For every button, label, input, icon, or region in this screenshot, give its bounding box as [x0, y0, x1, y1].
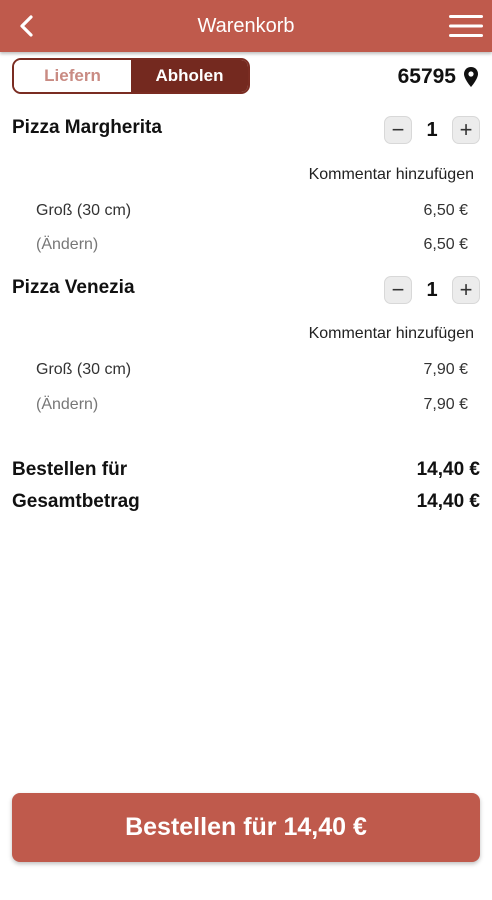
cart-item-name: Pizza Venezia — [12, 277, 135, 298]
grand-total-value: 14,40 € — [416, 491, 480, 512]
increment-button[interactable]: + — [452, 116, 480, 144]
zip-code: 65795 — [397, 65, 456, 88]
delivery-mode-toggle: Liefern Abholen — [12, 58, 250, 94]
page-title: Warenkorb — [197, 15, 295, 37]
line-price: 7,90 € — [423, 396, 468, 413]
quantity-stepper: − 1 + — [384, 115, 480, 145]
place-order-button[interactable]: Bestellen für 14,40 € — [12, 793, 480, 862]
quantity-value: 1 — [426, 278, 438, 301]
change-link[interactable]: (Ändern) — [36, 236, 98, 254]
size-price: 7,90 € — [423, 361, 468, 378]
order-for-label: Bestellen für — [12, 459, 128, 480]
decrement-button[interactable]: − — [384, 276, 412, 304]
change-link[interactable]: (Ändern) — [36, 396, 98, 414]
add-comment-link[interactable]: Kommentar hinzufügen — [309, 166, 474, 184]
size-label: Groß (30 cm) — [36, 361, 132, 378]
menu-button[interactable] — [448, 10, 484, 42]
size-price: 6,50 € — [423, 202, 468, 219]
quantity-stepper: − 1 + — [384, 275, 480, 305]
cart-item-name: Pizza Margherita — [12, 117, 162, 138]
grand-total-label: Gesamtbetrag — [12, 491, 140, 512]
location-selector[interactable]: 65795 — [398, 62, 478, 92]
toggle-liefern[interactable]: Liefern — [14, 60, 131, 92]
size-label: Groß (30 cm) — [36, 202, 132, 219]
hamburger-menu-icon — [449, 15, 483, 37]
line-price: 6,50 € — [423, 236, 468, 253]
order-for-value: 14,40 € — [416, 459, 480, 480]
app-header: Warenkorb — [0, 0, 492, 52]
decrement-button[interactable]: − — [384, 116, 412, 144]
quantity-value: 1 — [426, 118, 438, 141]
toggle-abholen[interactable]: Abholen — [131, 60, 248, 92]
map-pin-icon — [464, 67, 478, 87]
add-comment-link[interactable]: Kommentar hinzufügen — [309, 325, 474, 343]
increment-button[interactable]: + — [452, 276, 480, 304]
